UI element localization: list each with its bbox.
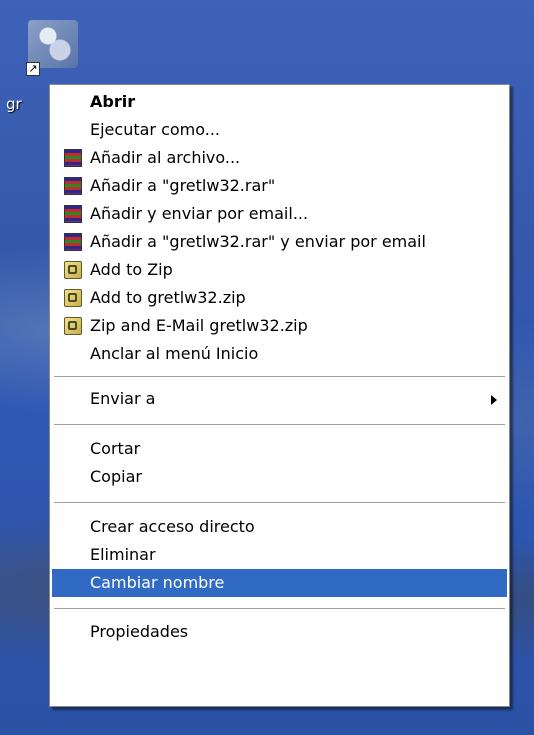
- menu-item-propiedades[interactable]: Propiedades: [52, 618, 507, 646]
- menu-item-cambiar-nombre[interactable]: Cambiar nombre: [52, 569, 507, 597]
- menu-item-anadir-y-enviar[interactable]: Añadir y enviar por email...: [52, 200, 507, 228]
- menu-item-enviar-a[interactable]: Enviar a: [52, 385, 507, 413]
- menu-item-crear-acceso-directo[interactable]: Crear acceso directo: [52, 513, 507, 541]
- menu-item-zip-and-email[interactable]: Zip and E-Mail gretlw32.zip: [52, 312, 507, 340]
- menu-item-label: Crear acceso directo: [90, 517, 255, 536]
- menu-item-anadir-al-archivo[interactable]: Añadir al archivo...: [52, 144, 507, 172]
- desktop-shortcut-icon[interactable]: ↗: [26, 20, 80, 76]
- menu-item-abrir[interactable]: Abrir: [52, 88, 507, 116]
- menu-item-ejecutar-como[interactable]: Ejecutar como...: [52, 116, 507, 144]
- winrar-icon: [64, 205, 82, 223]
- menu-item-label: Cortar: [90, 439, 141, 458]
- menu-item-label: Copiar: [90, 467, 142, 486]
- menu-item-anadir-rar-y-enviar[interactable]: Añadir a "gretlw32.rar" y enviar por ema…: [52, 228, 507, 256]
- submenu-arrow-icon: [491, 395, 497, 405]
- menu-item-label: Ejecutar como...: [90, 120, 221, 139]
- context-menu: Abrir Ejecutar como... Añadir al archivo…: [49, 84, 510, 707]
- menu-separator: [54, 424, 505, 425]
- menu-item-label: Añadir al archivo...: [90, 148, 241, 167]
- menu-item-label: Añadir a "gretlw32.rar": [90, 176, 276, 195]
- winzip-icon: [64, 289, 82, 307]
- menu-item-anadir-a-rar[interactable]: Añadir a "gretlw32.rar": [52, 172, 507, 200]
- winrar-icon: [64, 149, 82, 167]
- winzip-icon: [64, 261, 82, 279]
- menu-separator: [54, 376, 505, 377]
- menu-item-label: Enviar a: [90, 389, 156, 408]
- menu-item-cortar[interactable]: Cortar: [52, 435, 507, 463]
- menu-item-add-to-gretlw32-zip[interactable]: Add to gretlw32.zip: [52, 284, 507, 312]
- menu-item-label: Añadir a "gretlw32.rar" y enviar por ema…: [90, 232, 426, 251]
- program-icon: [28, 20, 78, 68]
- menu-item-label: Cambiar nombre: [90, 573, 225, 592]
- menu-item-label: Añadir y enviar por email...: [90, 204, 309, 223]
- menu-item-label: Zip and E-Mail gretlw32.zip: [90, 316, 308, 335]
- menu-item-copiar[interactable]: Copiar: [52, 463, 507, 491]
- menu-item-add-to-zip[interactable]: Add to Zip: [52, 256, 507, 284]
- menu-item-label: Anclar al menú Inicio: [90, 344, 259, 363]
- winzip-icon: [64, 317, 82, 335]
- winrar-icon: [64, 233, 82, 251]
- menu-item-label: Abrir: [90, 92, 136, 111]
- winrar-icon: [64, 177, 82, 195]
- desktop-icon-label[interactable]: gr: [6, 94, 46, 114]
- menu-item-label: Add to gretlw32.zip: [90, 288, 246, 307]
- menu-item-label: Eliminar: [90, 545, 156, 564]
- menu-item-label: Propiedades: [90, 622, 189, 641]
- menu-separator: [54, 502, 505, 503]
- menu-separator: [54, 608, 505, 609]
- menu-item-label: Add to Zip: [90, 260, 173, 279]
- menu-item-eliminar[interactable]: Eliminar: [52, 541, 507, 569]
- shortcut-arrow-icon: ↗: [26, 62, 40, 76]
- menu-item-anclar-inicio[interactable]: Anclar al menú Inicio: [52, 340, 507, 368]
